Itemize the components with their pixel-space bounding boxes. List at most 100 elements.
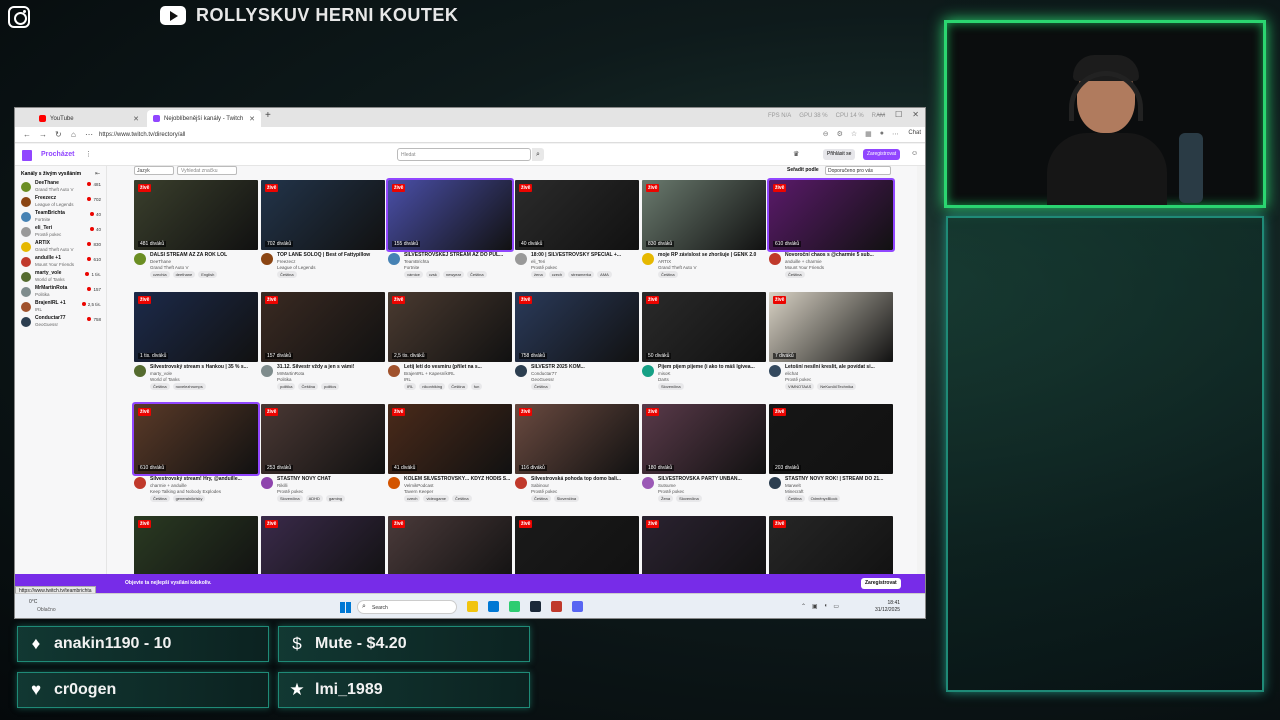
tag[interactable]: czsk <box>425 271 440 278</box>
channel-name[interactable]: BrajenIRL + KapesníkIRL <box>404 371 455 376</box>
tag[interactable]: ADHD <box>305 495 323 502</box>
collapse-icon[interactable]: ⇤ <box>95 170 100 177</box>
game-name[interactable]: Politika <box>277 377 292 382</box>
stream-thumbnail[interactable]: živě 180 diváků <box>642 404 766 474</box>
avatar[interactable] <box>388 253 400 265</box>
tag[interactable]: English <box>198 271 218 278</box>
steam-icon[interactable] <box>530 601 541 612</box>
stream-title[interactable]: KOLEM SILVESTROVSKÝ... KDYŽ HODÍŠ S... <box>404 476 512 482</box>
banner-signup-button[interactable]: Zaregistrovat <box>861 578 901 589</box>
game-name[interactable]: IRL <box>404 377 411 382</box>
tag[interactable]: fun <box>470 383 483 390</box>
stream-card[interactable]: živě 50 diváků Pijem pijem pijeme (i ako t… <box>642 292 766 400</box>
tag[interactable]: Čeština <box>298 383 319 390</box>
game-name[interactable]: Grand Theft Auto V <box>658 265 696 270</box>
game-name[interactable]: Prostě pokec <box>531 489 557 494</box>
stream-card[interactable]: živě <box>769 516 893 574</box>
profile-icon[interactable]: ● <box>880 130 884 138</box>
avatar[interactable] <box>769 477 781 489</box>
maximize-icon[interactable]: ☐ <box>895 110 902 119</box>
tab-twitch[interactable]: Nejoblíbenější kanály - Twitch ✕ <box>147 110 261 127</box>
home-icon[interactable]: ⌂ <box>71 130 76 139</box>
avatar[interactable] <box>261 365 273 377</box>
chevron-up-icon[interactable]: ⌃ <box>801 603 806 610</box>
stream-card[interactable]: živě 830 diváků moje RP závislost se zhorš… <box>642 180 766 288</box>
tag[interactable]: Čeština <box>785 271 805 278</box>
channel-name[interactable]: eli_Teri <box>531 259 545 264</box>
back-icon[interactable]: ← <box>23 130 31 139</box>
tag[interactable]: Slovenčina <box>658 383 684 390</box>
stream-title[interactable]: 31.12. Silvestr vždy a jen s vámi! <box>277 364 385 370</box>
stream-thumbnail[interactable]: živě <box>261 516 385 574</box>
channel-name[interactable]: MrMartinRota <box>277 371 304 376</box>
tag[interactable]: Slovenčina <box>676 495 702 502</box>
tag[interactable]: žena <box>531 271 546 278</box>
tag[interactable]: AMA <box>597 271 612 278</box>
app-icon[interactable] <box>551 601 562 612</box>
weather-temp[interactable]: 0°C <box>29 599 37 605</box>
channel-name[interactable]: misoK <box>658 371 671 376</box>
channel-name[interactable]: Sutsume <box>658 483 676 488</box>
game-name[interactable]: Grand Theft Auto V <box>150 265 188 270</box>
channel-name[interactable]: Freezecz <box>277 259 296 264</box>
browse-link[interactable]: Procházet <box>41 151 74 158</box>
stream-title[interactable]: DALŠÍ STREAM AŽ ZA ROK LOL <box>150 252 258 258</box>
tag[interactable]: NeKunčičTechnika <box>817 383 857 390</box>
stream-card[interactable]: živě <box>261 516 385 574</box>
avatar[interactable] <box>515 365 527 377</box>
stream-card[interactable]: živě 758 diváků SILVESTR 2025 KOM... Conduc… <box>515 292 639 400</box>
channel-name[interactable]: Rikilli <box>277 483 288 488</box>
game-name[interactable]: Prostě pokec <box>277 489 303 494</box>
stream-thumbnail[interactable]: živě 203 diváků <box>769 404 893 474</box>
stream-card[interactable]: živě 157 diváků 31.12. Silvestr vždy a jen… <box>261 292 385 400</box>
tag[interactable]: Čeština <box>467 271 487 278</box>
stream-thumbnail[interactable]: živě <box>515 516 639 574</box>
stream-card[interactable]: živě <box>134 516 258 574</box>
stream-thumbnail[interactable]: živě 41 diváků <box>388 404 512 474</box>
forward-icon[interactable]: → <box>39 130 47 139</box>
taskbar-clock[interactable]: 18:41 31/12/2025 <box>875 600 900 614</box>
game-name[interactable]: Prostě pokec <box>785 377 811 382</box>
stream-thumbnail[interactable]: živě 1 tis. diváků <box>134 292 258 362</box>
stream-card[interactable]: živě 203 diváků ŠŤASTNÝ NOVÝ ROK! | STREAM… <box>769 404 893 512</box>
stream-card[interactable]: živě 702 diváků TOP LANE SOLOQ | Best of F… <box>261 180 385 288</box>
avatar[interactable] <box>388 365 400 377</box>
minimize-icon[interactable]: — <box>877 110 885 119</box>
stream-thumbnail[interactable]: živě 702 diváků <box>261 180 385 250</box>
channel-name[interactable]: Marwelt <box>785 483 801 488</box>
search-input[interactable]: Hledat <box>397 148 531 161</box>
avatar[interactable] <box>388 477 400 489</box>
stream-card[interactable]: živě 40 diváků 18:00 | SILVESTROVSKÝ SPECI… <box>515 180 639 288</box>
stream-card[interactable]: živě <box>642 516 766 574</box>
game-name[interactable]: World of Tanks <box>150 377 180 382</box>
sidebar-item-channel[interactable]: ARTIX Grand Theft Auto V 830 <box>21 240 105 255</box>
login-button[interactable]: Přihlásit se <box>823 149 856 160</box>
tag[interactable]: várnice <box>404 271 423 278</box>
stream-card[interactable]: živě 155 diváků SILVESTROVSKEJ STREAM AŽ D… <box>386 178 514 288</box>
avatar[interactable] <box>769 365 781 377</box>
stream-card[interactable]: živě <box>515 516 639 574</box>
tag[interactable]: gaming <box>325 495 346 502</box>
tag[interactable]: Čeština <box>531 495 551 502</box>
tag[interactable]: Čeština <box>150 383 170 390</box>
game-name[interactable]: Prostě pokec <box>658 489 684 494</box>
stream-title[interactable]: Letíj letí do vesmíru (přilet na s... <box>404 364 512 370</box>
stream-card[interactable]: živě <box>388 516 512 574</box>
avatar[interactable] <box>642 365 654 377</box>
more-menu-icon[interactable]: ⋮ <box>85 150 92 158</box>
tag[interactable]: streamerka <box>568 271 595 278</box>
new-tab-button[interactable]: + <box>265 110 271 121</box>
battery-icon[interactable]: ▭ <box>833 603 839 610</box>
tag[interactable]: politics <box>321 383 340 390</box>
stream-card[interactable]: živě 610 diváků Silvestrovský stream! Hry,… <box>132 402 260 512</box>
tag[interactable]: Čeština <box>448 383 468 390</box>
channel-name[interactable]: ARTIX <box>658 259 671 264</box>
stream-thumbnail[interactable]: živě <box>642 516 766 574</box>
site-info-icon[interactable]: ⋯ <box>85 130 93 139</box>
game-name[interactable]: Tavern Keeper <box>404 489 433 494</box>
stream-thumbnail[interactable]: živě 481 diváků <box>134 180 258 250</box>
stream-title[interactable]: ŠŤASTNÝ NOVÝ CHAT <box>277 476 385 482</box>
stream-thumbnail[interactable]: živě 758 diváků <box>515 292 639 362</box>
tag[interactable]: Žena <box>658 495 674 502</box>
tag[interactable]: Slovenčina <box>277 495 303 502</box>
